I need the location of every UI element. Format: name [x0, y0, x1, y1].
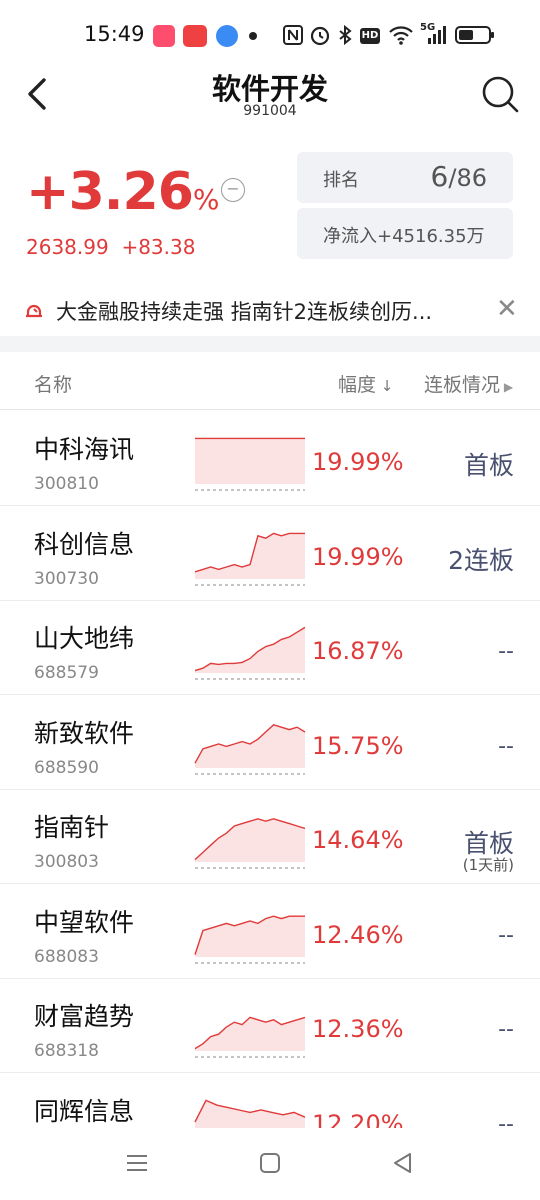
sparkline-area	[195, 438, 305, 484]
index-value: 2638.99	[26, 235, 109, 259]
limit-up-status: --	[498, 922, 514, 948]
stock-name: 同辉信息	[34, 1096, 135, 1126]
back-nav-icon[interactable]	[390, 1150, 416, 1176]
stock-row[interactable]: 中望软件 688083 12.46% --	[0, 885, 540, 979]
intraday-sparkline	[194, 532, 305, 585]
limit-up-status: 2连板	[448, 545, 514, 575]
column-name: 名称	[34, 374, 73, 396]
intraday-sparkline	[194, 818, 306, 869]
stock-change: 19.99%	[312, 448, 404, 476]
stock-change: 12.46%	[312, 920, 404, 949]
system-nav-bar	[0, 1128, 540, 1200]
column-change[interactable]: 幅度 ↓	[338, 370, 393, 397]
close-icon[interactable]: ✕	[496, 294, 518, 324]
rank-label: 排名	[323, 170, 359, 191]
intraday-sparkline	[195, 437, 305, 491]
net-inflow: 净流入+4516.35万	[323, 226, 485, 247]
speaker-icon	[26, 304, 42, 318]
stock-name: 中科海讯	[34, 435, 135, 464]
limit-up-status: 首板	[463, 451, 514, 480]
limit-up-date: (1天前)	[462, 856, 514, 874]
status-bar: 15:49 HD 5G	[0, 0, 540, 72]
wifi-icon	[389, 26, 413, 45]
stock-code: 300810	[34, 474, 99, 494]
stock-name: 中望软件	[34, 907, 135, 937]
stock-name: 财富趋势	[34, 1002, 135, 1031]
rank-value: 6/86	[430, 160, 487, 193]
sparkline-area	[195, 915, 305, 957]
home-icon[interactable]	[257, 1150, 283, 1176]
stock-change: 12.36%	[312, 1015, 404, 1043]
stock-name: 山大地纬	[34, 624, 135, 653]
intraday-sparkline	[194, 626, 306, 680]
stock-row[interactable]: 山大地纬 688579 16.87% --	[0, 601, 540, 695]
alarm-icon	[310, 26, 330, 46]
stock-change: 16.87%	[312, 637, 404, 665]
section-divider	[0, 336, 540, 352]
stock-code: 688579	[34, 663, 99, 683]
search-icon[interactable]	[478, 72, 522, 116]
status-time: 15:49	[84, 22, 145, 46]
percent-unit: %	[192, 183, 220, 216]
stock-row[interactable]: 指南针 300803 14.64% 首板 (1天前)	[0, 790, 540, 884]
more-notifications-icon	[249, 32, 257, 40]
toutiao-icon	[183, 25, 207, 47]
stock-row[interactable]: 中科海讯 300810 19.99% 首板	[0, 412, 540, 506]
stock-change: 19.99%	[312, 542, 404, 571]
limit-up-status: --	[498, 733, 514, 759]
battery-icon	[455, 26, 494, 44]
sparkline-area	[195, 627, 305, 673]
net-inflow-box[interactable]: 净流入+4516.35万	[297, 208, 513, 259]
stock-change: 14.64%	[312, 826, 404, 854]
app-notification-icon	[216, 25, 238, 47]
stock-name: 新致软件	[34, 718, 135, 748]
hd-icon: HD	[360, 28, 380, 44]
news-ticker[interactable]: 大金融股持续走强 指南针2连板续创历... ✕	[0, 282, 540, 338]
limit-up-status: --	[498, 1017, 514, 1042]
scroll-right-icon: ▶	[500, 380, 514, 394]
menu-icon[interactable]	[124, 1150, 150, 1176]
intraday-sparkline	[194, 723, 306, 774]
stock-row[interactable]: 新致软件 688590 15.75% --	[0, 696, 540, 790]
header-divider	[0, 409, 540, 410]
intraday-sparkline	[194, 914, 305, 963]
stock-code: 300730	[34, 568, 99, 589]
xiaohongshu-icon	[153, 25, 175, 47]
bluetooth-icon	[339, 24, 352, 46]
stock-code: 688590	[34, 757, 99, 778]
sparkline-area	[195, 818, 305, 862]
stock-row[interactable]: 科创信息 300730 19.99% 2连板	[0, 507, 540, 601]
page-title: 软件开发	[211, 72, 328, 106]
collapse-icon[interactable]: −	[221, 178, 245, 202]
stock-code: 300803	[34, 852, 99, 872]
sector-code: 991004	[243, 103, 297, 119]
sort-down-icon: ↓	[376, 377, 394, 395]
index-change: +83.38	[121, 235, 196, 259]
sparkline-area	[195, 532, 305, 579]
signal-icon	[428, 26, 446, 44]
stock-change: 15.75%	[312, 731, 404, 760]
change-percent: +3.26%	[26, 162, 220, 222]
news-text: 大金融股持续走强 指南针2连板续创历...	[56, 300, 433, 324]
stock-code: 688318	[34, 1041, 99, 1061]
limit-up-status: --	[498, 639, 514, 664]
rank-box[interactable]: 排名 6/86	[297, 152, 513, 203]
stock-name: 指南针	[34, 813, 110, 842]
stock-row[interactable]: 财富趋势 688318 12.36% --	[0, 979, 540, 1073]
column-status[interactable]: 连板情况 ▶	[424, 370, 513, 397]
index-values: 2638.99 +83.38	[26, 235, 195, 259]
stock-name: 科创信息	[34, 529, 135, 559]
nfc-icon	[283, 25, 303, 45]
stock-code: 688083	[34, 946, 99, 967]
intraday-sparkline	[194, 1016, 306, 1058]
rank-total: /86	[448, 164, 487, 192]
